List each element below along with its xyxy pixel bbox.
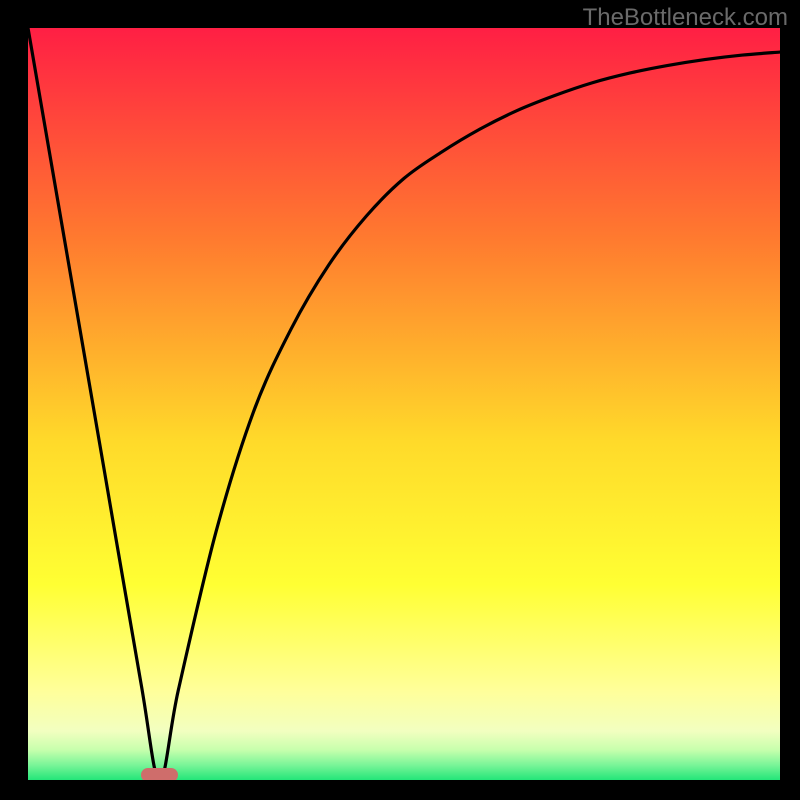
optimum-marker: [141, 768, 179, 780]
bottleneck-curve: [28, 28, 780, 780]
plot-area: [28, 28, 780, 780]
chart-frame: TheBottleneck.com: [0, 0, 800, 800]
watermark-text: TheBottleneck.com: [583, 4, 788, 32]
